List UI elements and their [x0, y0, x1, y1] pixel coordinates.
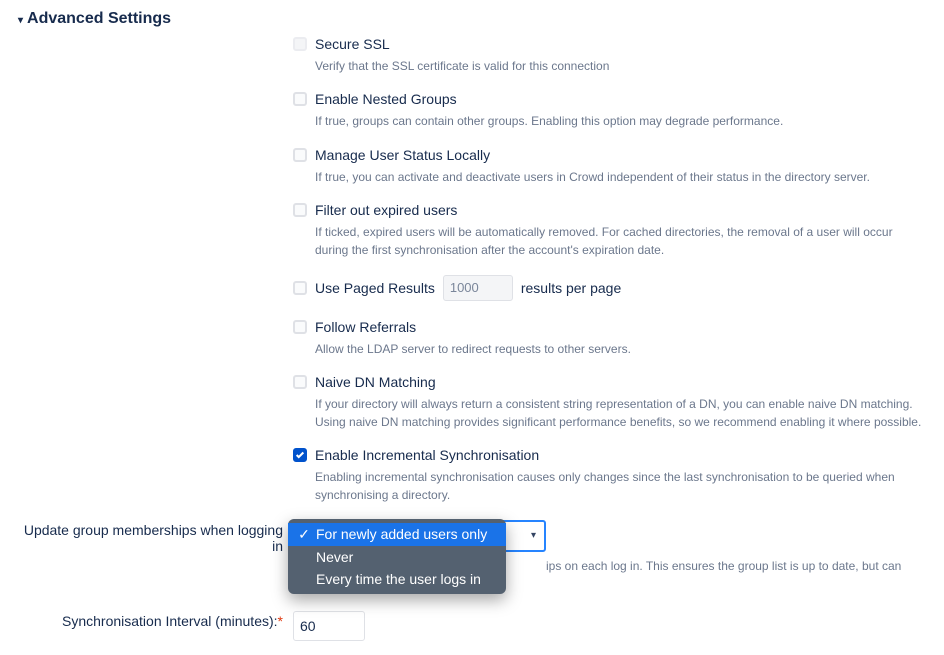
- update-groups-label: Update group memberships when logging in: [18, 520, 293, 554]
- filter-expired-desc: If ticked, expired users will be automat…: [315, 224, 926, 259]
- check-icon: [295, 450, 305, 460]
- dropdown-option-label: For newly added users only: [316, 526, 487, 542]
- section-title: Advanced Settings: [27, 10, 171, 28]
- secure-ssl-checkbox: [293, 37, 307, 51]
- dropdown-option-never[interactable]: Never: [288, 546, 506, 568]
- dropdown-option-newly-added[interactable]: ✓ For newly added users only: [288, 523, 506, 546]
- secure-ssl-label: Secure SSL: [315, 36, 390, 52]
- use-paged-results-checkbox[interactable]: [293, 281, 307, 295]
- naive-dn-label: Naive DN Matching: [315, 374, 436, 390]
- incremental-sync-checkbox[interactable]: [293, 448, 307, 462]
- enable-nested-groups-label: Enable Nested Groups: [315, 91, 457, 107]
- sync-interval-label: Synchronisation Interval (minutes):*: [18, 611, 293, 629]
- follow-referrals-label: Follow Referrals: [315, 319, 416, 335]
- naive-dn-desc: If your directory will always return a c…: [315, 396, 926, 431]
- sync-interval-input[interactable]: [293, 611, 365, 641]
- chevron-down-icon: ▾: [18, 15, 23, 26]
- paged-results-suffix: results per page: [521, 280, 621, 296]
- enable-nested-groups-checkbox[interactable]: [293, 92, 307, 106]
- dropdown-option-label: Never: [316, 549, 353, 565]
- dropdown-option-every-time[interactable]: Every time the user logs in: [288, 568, 506, 590]
- follow-referrals-desc: Allow the LDAP server to redirect reques…: [315, 341, 926, 358]
- follow-referrals-checkbox[interactable]: [293, 320, 307, 334]
- filter-expired-label: Filter out expired users: [315, 202, 457, 218]
- check-icon: ✓: [298, 526, 310, 543]
- dropdown-option-label: Every time the user logs in: [316, 571, 481, 587]
- chevron-down-icon: ▾: [531, 530, 536, 541]
- secure-ssl-desc: Verify that the SSL certificate is valid…: [315, 58, 926, 75]
- manage-user-status-desc: If true, you can activate and deactivate…: [315, 169, 926, 186]
- incremental-sync-desc: Enabling incremental synchronisation cau…: [315, 469, 926, 504]
- advanced-settings-form: Secure SSL Verify that the SSL certifica…: [18, 36, 926, 641]
- filter-expired-checkbox[interactable]: [293, 203, 307, 217]
- naive-dn-checkbox[interactable]: [293, 375, 307, 389]
- enable-nested-groups-desc: If true, groups can contain other groups…: [315, 113, 926, 130]
- use-paged-results-label: Use Paged Results: [315, 280, 435, 296]
- manage-user-status-checkbox[interactable]: [293, 148, 307, 162]
- manage-user-status-label: Manage User Status Locally: [315, 147, 490, 163]
- paged-results-input[interactable]: [443, 275, 513, 301]
- incremental-sync-label: Enable Incremental Synchronisation: [315, 447, 539, 463]
- section-header[interactable]: ▾ Advanced Settings: [18, 10, 926, 28]
- update-groups-dropdown: ✓ For newly added users only Never Every…: [288, 519, 506, 594]
